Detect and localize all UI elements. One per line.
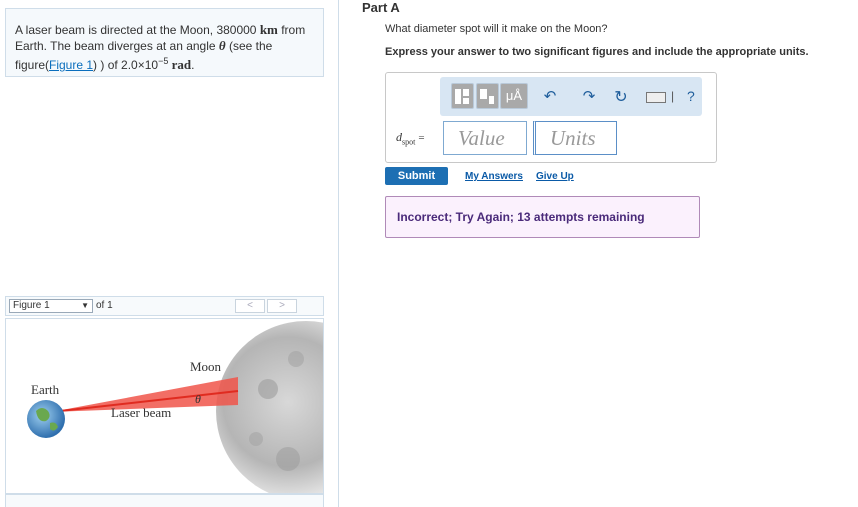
reset-icon[interactable]: ↻: [612, 87, 630, 107]
problem-text: A laser beam is directed at the Moon, 38…: [15, 23, 260, 37]
math-toolbar: μÅ ↶ ↷ ↻ | ?: [440, 77, 702, 116]
my-answers-link[interactable]: My Answers: [465, 171, 523, 182]
undo-icon[interactable]: ↶: [541, 87, 559, 105]
part-title: Part A: [362, 0, 400, 15]
chevron-right-icon: >: [279, 300, 285, 311]
figure-panel: Earth Moon θ Laser beam: [5, 318, 396, 501]
submit-button[interactable]: Submit: [385, 167, 448, 185]
template-button-2[interactable]: [476, 83, 499, 109]
figure-footer: [5, 494, 324, 507]
redo-icon[interactable]: ↷: [580, 87, 598, 105]
answer-variable: dspot =: [396, 130, 425, 146]
units-button[interactable]: μÅ: [500, 83, 528, 109]
figure-select[interactable]: Figure 1 ▼: [9, 299, 93, 313]
figure-link[interactable]: Figure 1: [49, 58, 93, 72]
moon-crater: [258, 379, 278, 399]
moon-label: Moon: [190, 359, 222, 374]
separator: |: [671, 89, 675, 103]
template-icon: [455, 89, 469, 104]
dropdown-triangle-icon: ▼: [81, 301, 89, 310]
theta-symbol: θ: [218, 38, 226, 53]
chevron-left-icon: <: [247, 300, 253, 311]
earth-label: Earth: [31, 382, 60, 397]
help-icon[interactable]: ?: [687, 88, 695, 104]
value-input[interactable]: Value: [443, 121, 527, 155]
unit-km: km: [259, 22, 278, 37]
feedback-message: Incorrect; Try Again; 13 attempts remain…: [385, 196, 700, 238]
problem-statement: A laser beam is directed at the Moon, 38…: [5, 8, 324, 77]
variable-subscript: spot: [402, 137, 416, 147]
equals-sign: =: [418, 132, 425, 144]
figure-select-value: Figure 1: [13, 300, 50, 311]
question-text: What diameter spot will it make on the M…: [385, 23, 608, 35]
problem-text: .: [191, 58, 195, 72]
subscript-template-icon: [480, 89, 494, 104]
moon-crater: [249, 432, 263, 446]
unit-rad: rad: [168, 57, 192, 72]
theta-label: θ: [195, 392, 201, 406]
prev-figure-button[interactable]: <: [235, 299, 265, 313]
give-up-link[interactable]: Give Up: [536, 171, 574, 182]
beam-label: Laser beam: [111, 405, 171, 420]
problem-text: ) ) of 2.0×10: [93, 58, 159, 72]
moon-shape: [216, 321, 396, 501]
figure-toolbar: Figure 1 ▼ of 1 < >: [5, 296, 324, 316]
figure-count: of 1: [96, 300, 113, 311]
moon-crater: [276, 447, 300, 471]
exponent: −5: [158, 56, 169, 66]
laser-moon-figure: Earth Moon θ Laser beam: [27, 321, 396, 501]
next-figure-button[interactable]: >: [267, 299, 297, 313]
template-button[interactable]: [451, 83, 474, 109]
micro-angstrom-icon: μÅ: [505, 88, 523, 103]
keyboard-icon[interactable]: [646, 92, 666, 103]
moon-crater: [288, 351, 304, 367]
instruction-text: Express your answer to two significant f…: [385, 46, 809, 58]
units-input[interactable]: Units: [533, 121, 617, 155]
